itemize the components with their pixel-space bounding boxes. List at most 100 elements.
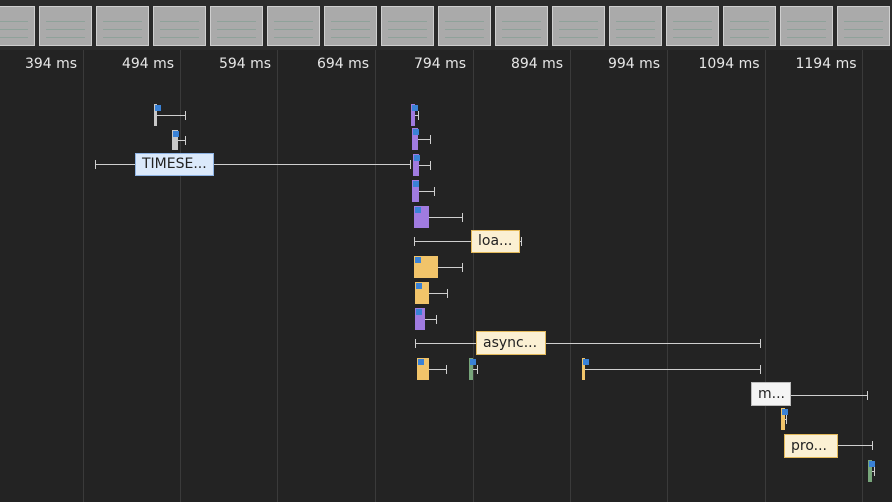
- filmstrip-frame[interactable]: [837, 6, 890, 46]
- filmstrip-frame[interactable]: [552, 6, 605, 46]
- frame-content-line: [673, 29, 712, 30]
- whisker-cap: [185, 111, 186, 120]
- frame-content-line: [103, 37, 142, 38]
- request-label: m...: [758, 386, 785, 402]
- filmstrip-frame[interactable]: [723, 6, 776, 46]
- whisker-cap: [447, 289, 448, 298]
- whisker-cap: [874, 467, 875, 476]
- frame-content-line: [274, 37, 313, 38]
- frame-content-line: [844, 29, 883, 30]
- frame-content-line: [445, 21, 484, 22]
- grid-line: [667, 50, 668, 502]
- filmstrip-frame[interactable]: [267, 6, 320, 46]
- frame-content-line: [502, 37, 541, 38]
- request-bar-timeset[interactable]: TIMESE...: [135, 153, 214, 176]
- request-whisker: [415, 343, 476, 344]
- whisker-cap: [477, 365, 478, 374]
- frame-content-line: [616, 37, 655, 38]
- frame-content-line: [103, 29, 142, 30]
- filmstrip-frame[interactable]: [780, 6, 833, 46]
- tick-label: 994 ms: [607, 56, 661, 72]
- frame-content-line: [730, 37, 769, 38]
- request-whisker: [425, 319, 436, 320]
- filmstrip-frame[interactable]: [96, 6, 149, 46]
- frame-content-line: [103, 21, 142, 22]
- frame-content-line: [445, 37, 484, 38]
- time-axis: 394 ms 494 ms 594 ms 694 ms 794 ms 894 m…: [0, 50, 892, 78]
- request-marker: [583, 359, 589, 365]
- whisker-cap: [430, 135, 431, 144]
- whisker-cap: [867, 391, 868, 400]
- tick-label: 1194 ms: [795, 56, 857, 72]
- frame-content-line: [217, 29, 256, 30]
- request-whisker: [429, 293, 447, 294]
- grid-line: [277, 50, 278, 502]
- filmstrip-frame[interactable]: [438, 6, 491, 46]
- filmstrip-frame[interactable]: [210, 6, 263, 46]
- request-whisker: [546, 343, 760, 344]
- filmstrip-frame[interactable]: [39, 6, 92, 46]
- filmstrip-frame[interactable]: [666, 6, 719, 46]
- grid-line: [375, 50, 376, 502]
- frame-content-line: [673, 37, 712, 38]
- frame-content-line: [502, 21, 541, 22]
- request-whisker: [838, 445, 872, 446]
- request-whisker: [157, 115, 185, 116]
- filmstrip-frame[interactable]: [153, 6, 206, 46]
- frame-content-line: [160, 21, 199, 22]
- frame-content-line: [160, 29, 199, 30]
- request-marker: [415, 257, 421, 263]
- frame-content-line: [730, 21, 769, 22]
- request-whisker: [414, 241, 471, 242]
- tick-label: 594 ms: [218, 56, 272, 72]
- frame-content-line: [160, 37, 199, 38]
- request-marker: [470, 359, 476, 365]
- frame-content-line: [616, 21, 655, 22]
- frame-content-line: [274, 29, 313, 30]
- request-label: pro...: [791, 438, 828, 454]
- request-marker: [782, 409, 788, 415]
- frame-content-line: [559, 29, 598, 30]
- filmstrip-frame[interactable]: [609, 6, 662, 46]
- frame-content-line: [217, 37, 256, 38]
- frame-content-line: [388, 29, 427, 30]
- request-marker: [155, 105, 161, 111]
- frame-content-line: [46, 21, 85, 22]
- frame-content-line: [388, 21, 427, 22]
- frame-content-line: [217, 21, 256, 22]
- request-bar-async[interactable]: async...: [476, 331, 546, 355]
- request-whisker: [438, 267, 462, 268]
- frame-content-line: [502, 29, 541, 30]
- grid-line: [473, 50, 474, 502]
- tick-label: 894 ms: [510, 56, 564, 72]
- whisker-cap: [462, 213, 463, 222]
- filmstrip: [0, 0, 892, 50]
- frame-content-line: [445, 29, 484, 30]
- tick-label: 794 ms: [413, 56, 467, 72]
- frame-content-line: [0, 29, 28, 30]
- whisker-cap: [415, 339, 416, 348]
- request-marker: [173, 131, 179, 137]
- filmstrip-frame[interactable]: [381, 6, 434, 46]
- whisker-cap: [95, 160, 96, 169]
- whisker-cap: [418, 111, 419, 120]
- filmstrip-frame[interactable]: [0, 6, 35, 46]
- request-marker: [413, 181, 419, 187]
- filmstrip-frame[interactable]: [495, 6, 548, 46]
- whisker-cap: [446, 365, 447, 374]
- request-bar-load[interactable]: loa...: [471, 230, 520, 253]
- request-whisker: [429, 217, 462, 218]
- frame-content-line: [0, 21, 28, 22]
- filmstrip-frame[interactable]: [324, 6, 377, 46]
- request-bar-m[interactable]: m...: [751, 382, 791, 406]
- request-marker: [416, 283, 422, 289]
- frame-content-line: [331, 29, 370, 30]
- frame-content-line: [559, 37, 598, 38]
- request-marker: [416, 309, 422, 315]
- request-bar-pro[interactable]: pro...: [784, 434, 838, 458]
- whisker-cap: [521, 237, 522, 246]
- frame-content-line: [787, 21, 826, 22]
- whisker-cap: [872, 441, 873, 450]
- whisker-cap: [760, 365, 761, 374]
- whisker-cap: [430, 161, 431, 170]
